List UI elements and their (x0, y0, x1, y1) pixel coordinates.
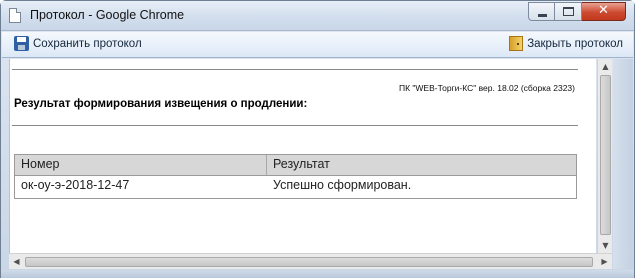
door-exit-icon (509, 36, 524, 51)
minimize-button[interactable] (528, 2, 555, 21)
table-row: ок-оу-э-2018-12-47 Успешно сформирован. (15, 176, 576, 198)
protocol-content: ПК "WEB-Торги-КС" вер. 18.02 (сборка 232… (9, 59, 596, 253)
scroll-right-arrow-icon[interactable]: ▶ (597, 254, 612, 269)
heading-divider (12, 125, 578, 126)
window-frame-right (613, 59, 633, 269)
vertical-scroll-thumb[interactable] (600, 75, 611, 235)
floppy-disk-icon (14, 36, 29, 51)
results-table: Номер Результат ок-оу-э-2018-12-47 Успеш… (14, 154, 577, 199)
scroll-down-arrow-icon[interactable]: ▼ (598, 238, 613, 253)
column-header-number: Номер (15, 155, 267, 175)
report-heading: Результат формирования извещения о продл… (14, 98, 308, 110)
close-protocol-button[interactable]: Закрыть протокол (509, 36, 623, 51)
save-protocol-button[interactable]: Сохранить протокол (14, 36, 142, 51)
minimize-icon (538, 14, 547, 17)
page-icon (9, 8, 21, 23)
close-icon: ✕ (598, 3, 609, 18)
cell-number: ок-оу-э-2018-12-47 (21, 178, 130, 192)
top-divider (12, 69, 578, 70)
window-title: Протокол - Google Chrome (30, 8, 185, 22)
window-frame-bottom (1, 270, 634, 278)
close-window-button[interactable]: ✕ (582, 2, 626, 21)
close-protocol-label: Закрыть протокол (527, 37, 623, 50)
vertical-scrollbar[interactable]: ▲ ▼ (597, 59, 612, 253)
browser-window: Протокол - Google Chrome ✕ Сохранить про… (0, 0, 635, 278)
column-header-result: Результат (273, 157, 330, 171)
scroll-up-arrow-icon[interactable]: ▲ (598, 59, 613, 74)
maximize-button[interactable] (555, 2, 582, 21)
cell-result: Успешно сформирован. (273, 178, 412, 192)
maximize-icon (563, 7, 574, 16)
horizontal-scrollbar[interactable]: ◀ ▶ (9, 253, 612, 269)
caption-buttons: ✕ (528, 2, 626, 21)
scroll-left-arrow-icon[interactable]: ◀ (9, 254, 24, 269)
version-text: ПК "WEB-Торги-КС" вер. 18.02 (сборка 232… (398, 83, 575, 93)
protocol-toolbar: Сохранить протокол Закрыть протокол (2, 32, 633, 58)
title-bar[interactable]: Протокол - Google Chrome ✕ (1, 1, 634, 31)
save-protocol-label: Сохранить протокол (33, 37, 142, 50)
horizontal-scroll-thumb[interactable] (25, 257, 593, 267)
table-header-row: Номер Результат (15, 155, 576, 176)
